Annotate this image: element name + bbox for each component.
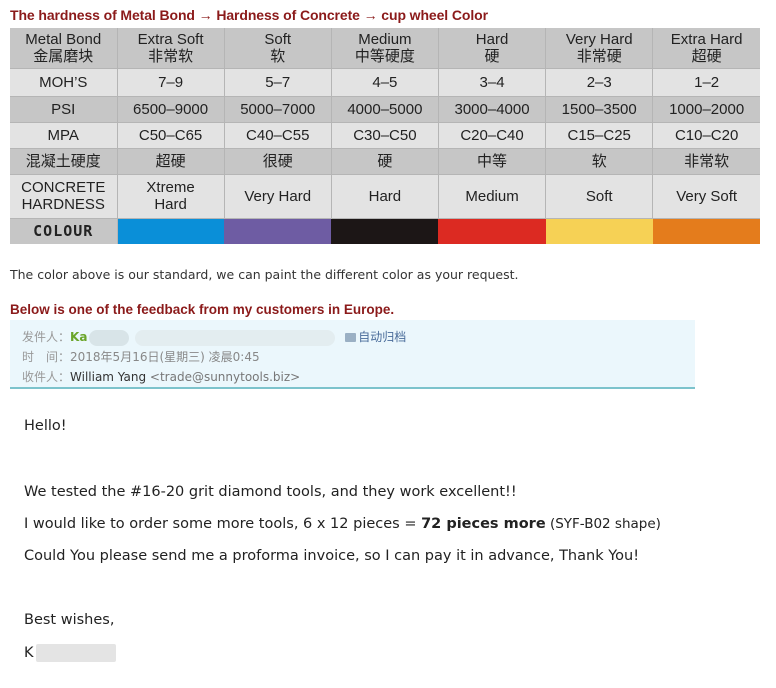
table-cell: 5000–7000 bbox=[224, 96, 332, 123]
signature: K bbox=[24, 644, 116, 662]
greeting: Hello! bbox=[24, 418, 67, 434]
table-cell: 3000–4000 bbox=[438, 96, 547, 123]
row-label: MPA bbox=[10, 122, 118, 149]
table-cell: 非常软 bbox=[652, 148, 760, 175]
auto-archive-link[interactable]: 自动归档 bbox=[345, 330, 406, 344]
row-label: 混凝土硬度 bbox=[10, 148, 118, 175]
row-label: COLOUR bbox=[10, 218, 118, 244]
table-cell: 2–3 bbox=[545, 68, 654, 97]
redacted-block bbox=[35, 644, 116, 662]
table-cell: C50–C65 bbox=[117, 122, 225, 149]
color-swatch bbox=[438, 218, 546, 244]
body-line: We tested the #16-20 grit diamond tools,… bbox=[24, 484, 517, 500]
hardness-table: Metal Bond 金属磨块 Extra Soft 非常软 Soft 软 Mediu… bbox=[10, 28, 760, 244]
table-cell: 超硬 bbox=[117, 148, 225, 175]
table-cell: Medium bbox=[438, 174, 547, 219]
email-header: 发件人：Ka 自动归档 时 间：2018年5月16日(星期三) 凌晨0:45 收… bbox=[10, 320, 695, 389]
header-cell: Medium 中等硬度 bbox=[331, 28, 439, 69]
table-cell: Xtreme Hard bbox=[117, 174, 225, 219]
to-label: 收件人： bbox=[22, 370, 71, 384]
table-cell: Soft bbox=[545, 174, 654, 219]
table-cell: Hard bbox=[331, 174, 439, 219]
table-header-row: Metal Bond 金属磨块 Extra Soft 非常软 Soft 软 Mediu… bbox=[10, 28, 760, 69]
table-cell: C10–C20 bbox=[652, 122, 760, 149]
table-cell: 1000–2000 bbox=[652, 96, 760, 123]
table-cell: 6500–9000 bbox=[117, 96, 225, 123]
color-note: The color above is our standard, we can … bbox=[10, 267, 519, 282]
header-cell: Soft 软 bbox=[224, 28, 332, 69]
header-cell: Extra Hard 超硬 bbox=[652, 28, 760, 69]
redacted-block bbox=[89, 329, 130, 346]
table-cell: 硬 bbox=[331, 148, 439, 175]
recipient-name[interactable]: William Yang bbox=[70, 370, 146, 384]
table-cell: 7–9 bbox=[117, 68, 225, 97]
header-label-cell: Metal Bond 金属磨块 bbox=[10, 28, 118, 69]
table-cell: C15–C25 bbox=[545, 122, 654, 149]
color-swatch bbox=[545, 218, 653, 244]
table-cell: 3–4 bbox=[438, 68, 547, 97]
row-label: MOH’S bbox=[10, 68, 118, 97]
table-cell: Very Hard bbox=[224, 174, 332, 219]
redacted-block bbox=[135, 329, 336, 346]
table-cell: C30–C50 bbox=[331, 122, 439, 149]
closing: Best wishes, bbox=[24, 612, 115, 628]
table-cell: 软 bbox=[545, 148, 654, 175]
page-title: The hardness of Metal Bond → Hardness of… bbox=[10, 7, 488, 23]
table-row-concrete-cn: 混凝土硬度 超硬 很硬 硬 中等 软 非常软 bbox=[10, 148, 760, 175]
table-cell: 4–5 bbox=[331, 68, 439, 97]
feedback-heading: Below is one of the feedback from my cus… bbox=[10, 302, 395, 317]
from-label: 发件人： bbox=[22, 330, 71, 344]
row-label: CONCRETE HARDNESS bbox=[10, 174, 118, 219]
to-row: 收件人：William Yang <trade@sunnytools.biz> bbox=[22, 368, 300, 385]
color-swatch bbox=[117, 218, 225, 244]
table-cell: 中等 bbox=[438, 148, 547, 175]
header-cell: Extra Soft 非常软 bbox=[117, 28, 225, 69]
header-cell: Very Hard 非常硬 bbox=[545, 28, 654, 69]
row-label: PSI bbox=[10, 96, 118, 123]
table-cell: 5–7 bbox=[224, 68, 332, 97]
table-cell: C40–C55 bbox=[224, 122, 332, 149]
table-row-psi: PSI 6500–9000 5000–7000 4000–5000 3000–4… bbox=[10, 96, 760, 123]
time-row: 时 间：2018年5月16日(星期三) 凌晨0:45 bbox=[22, 348, 260, 365]
time-value: 2018年5月16日(星期三) 凌晨0:45 bbox=[70, 350, 260, 364]
recipient-address[interactable]: <trade@sunnytools.biz> bbox=[150, 370, 300, 384]
time-label: 时 间： bbox=[22, 350, 71, 364]
table-cell: Very Soft bbox=[652, 174, 760, 219]
table-cell: 很硬 bbox=[224, 148, 332, 175]
from-row: 发件人：Ka 自动归档 bbox=[22, 328, 406, 346]
table-cell: 4000–5000 bbox=[331, 96, 439, 123]
color-swatch bbox=[331, 218, 439, 244]
table-row-mohs: MOH’S 7–9 5–7 4–5 3–4 2–3 1–2 bbox=[10, 68, 760, 97]
header-cell: Hard 硬 bbox=[438, 28, 547, 69]
body-line: Could You please send me a proforma invo… bbox=[24, 548, 640, 564]
color-swatch bbox=[224, 218, 332, 244]
table-cell: C20–C40 bbox=[438, 122, 547, 149]
table-row-concrete-hardness: CONCRETE HARDNESS Xtreme Hard Very Hard H… bbox=[10, 174, 760, 219]
body-line: I would like to order some more tools, 6… bbox=[24, 516, 661, 532]
table-cell: 1500–3500 bbox=[545, 96, 654, 123]
color-swatch bbox=[652, 218, 760, 244]
archive-icon bbox=[345, 333, 357, 342]
table-row-mpa: MPA C50–C65 C40–C55 C30–C50 C20–C40 C15–… bbox=[10, 122, 760, 149]
sender-name[interactable]: Ka bbox=[70, 330, 87, 344]
table-row-colour: COLOUR bbox=[10, 218, 760, 244]
table-cell: 1–2 bbox=[652, 68, 760, 97]
order-quantity: 72 pieces more bbox=[421, 516, 546, 532]
